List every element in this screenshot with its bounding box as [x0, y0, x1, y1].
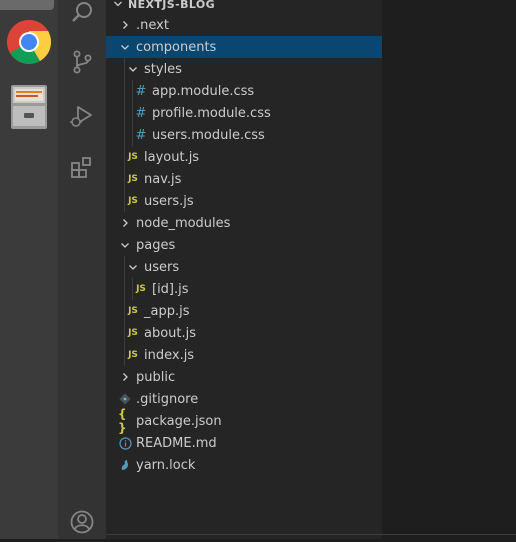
tree-item-label: users.js — [144, 193, 194, 209]
chevron-down-icon — [126, 58, 140, 80]
indent-guide — [124, 278, 125, 300]
accounts-icon[interactable] — [58, 502, 106, 542]
run-debug-icon[interactable] — [58, 96, 106, 136]
indent-guide — [124, 80, 125, 102]
indent-guide — [132, 124, 133, 146]
file-nav-js[interactable]: JS nav.js — [106, 168, 382, 190]
tree-item-label: pages — [136, 237, 176, 253]
indent-guide — [124, 168, 125, 190]
tree-item-label: about.js — [144, 325, 197, 341]
tree-item-label: users — [144, 259, 180, 275]
editor-area[interactable] — [382, 0, 516, 539]
folder-users[interactable]: users — [106, 256, 382, 278]
chevron-right-icon — [118, 212, 132, 234]
indent-guide — [124, 102, 125, 124]
file-yarn-lock[interactable]: yarn.lock — [106, 454, 382, 476]
chevron-right-icon — [118, 14, 132, 36]
tree-item-label: [id].js — [152, 281, 189, 297]
file-users-js[interactable]: JS users.js — [106, 190, 382, 212]
tree-item-label: components — [136, 39, 217, 55]
file-tree: .next components styles # app.module.css # pro… — [106, 14, 382, 476]
file-gitignore[interactable]: .gitignore — [106, 388, 382, 410]
tree-item-label: profile.module.css — [152, 105, 271, 121]
indent-guide — [124, 58, 125, 80]
javascript-file-icon: JS — [136, 284, 146, 294]
indent-guide — [124, 322, 125, 344]
chevron-down-icon — [110, 0, 126, 9]
tree-item-label: package.json — [136, 413, 222, 429]
indent-guide — [132, 278, 133, 300]
tree-item-label: node_modules — [136, 215, 231, 231]
tree-item-label: README.md — [136, 435, 217, 451]
source-control-icon[interactable] — [58, 42, 106, 82]
indent-guide — [124, 124, 125, 146]
indent-guide — [132, 80, 133, 102]
file-cabinet-graphic — [11, 85, 47, 129]
activity-bar — [58, 0, 106, 539]
tree-item-label: yarn.lock — [136, 457, 196, 473]
file-package-json[interactable]: { } package.json — [106, 407, 382, 435]
folder-components[interactable]: components — [106, 36, 382, 58]
tree-item-label: nav.js — [144, 171, 182, 187]
file-layout-js[interactable]: JS layout.js — [106, 146, 382, 168]
chevron-down-icon — [118, 234, 132, 256]
javascript-file-icon: JS — [128, 350, 138, 360]
panel-divider — [106, 534, 382, 535]
file-index-js[interactable]: JS index.js — [106, 344, 382, 366]
css-file-icon: # — [135, 83, 147, 99]
indent-guide — [124, 344, 125, 366]
chevron-down-icon — [118, 36, 132, 58]
chrome-icon[interactable] — [0, 18, 58, 66]
file-id-js[interactable]: JS [id].js — [106, 278, 382, 300]
tree-item-label: index.js — [144, 347, 195, 363]
panel-divider — [382, 534, 516, 535]
file-app-js[interactable]: JS _app.js — [106, 300, 382, 322]
explorer-section-header[interactable]: NEXTJS-BLOG — [106, 0, 382, 14]
info-icon — [118, 432, 132, 454]
javascript-file-icon: JS — [128, 328, 138, 338]
javascript-file-icon: JS — [128, 306, 138, 316]
tree-item-label: .next — [136, 17, 169, 33]
folder-public[interactable]: public — [106, 366, 382, 388]
json-file-icon: { } — [118, 407, 127, 435]
chevron-right-icon — [118, 366, 132, 388]
file-cabinet-icon[interactable] — [0, 82, 58, 132]
dock-item-partial[interactable] — [0, 0, 54, 10]
file-app-module-css[interactable]: # app.module.css — [106, 80, 382, 102]
javascript-file-icon: JS — [128, 152, 138, 162]
tree-item-label: _app.js — [144, 303, 190, 319]
tree-item-label: public — [136, 369, 176, 385]
tree-item-label: app.module.css — [152, 83, 255, 99]
chevron-down-icon — [126, 256, 140, 278]
tree-item-label: layout.js — [144, 149, 200, 165]
tree-item-label: .gitignore — [136, 391, 199, 407]
file-profile-module-css[interactable]: # profile.module.css — [106, 102, 382, 124]
explorer-sidebar: NEXTJS-BLOG .next components styles # app.mo… — [106, 0, 382, 539]
indent-guide — [124, 300, 125, 322]
yarn-icon — [118, 454, 132, 476]
file-users-module-css[interactable]: # users.module.css — [106, 124, 382, 146]
explorer-title: NEXTJS-BLOG — [128, 0, 216, 11]
file-readme-md[interactable]: README.md — [106, 432, 382, 454]
tree-item-label: styles — [144, 61, 182, 77]
chrome-logo — [7, 20, 51, 64]
folder-pages[interactable]: pages — [106, 234, 382, 256]
javascript-file-icon: JS — [128, 196, 138, 206]
file-about-js[interactable]: JS about.js — [106, 322, 382, 344]
tree-item-label: users.module.css — [152, 127, 265, 143]
javascript-file-icon: JS — [128, 174, 138, 184]
indent-guide — [124, 256, 125, 278]
folder-styles[interactable]: styles — [106, 58, 382, 80]
indent-guide — [132, 102, 133, 124]
css-file-icon: # — [135, 127, 147, 143]
folder-node-modules[interactable]: node_modules — [106, 212, 382, 234]
indent-guide — [124, 146, 125, 168]
folder-next[interactable]: .next — [106, 14, 382, 36]
ubuntu-dock — [0, 0, 58, 539]
search-icon[interactable] — [58, 0, 106, 32]
css-file-icon: # — [135, 105, 147, 121]
extensions-icon[interactable] — [58, 148, 106, 188]
indent-guide — [124, 190, 125, 212]
